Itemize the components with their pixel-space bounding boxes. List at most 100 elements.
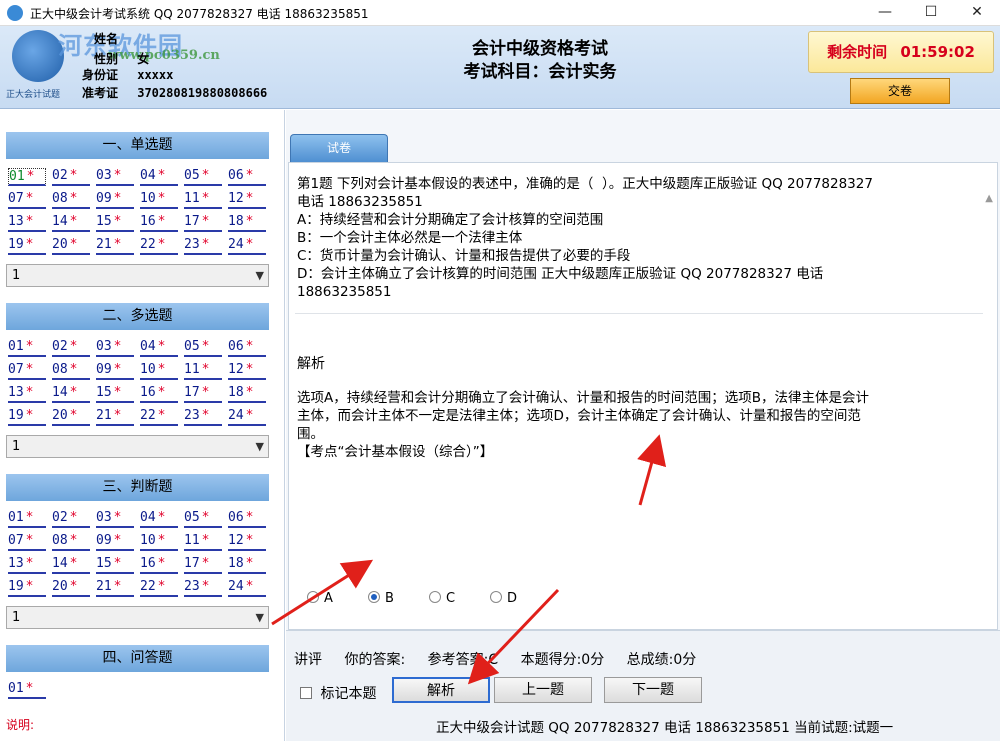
question-link[interactable]: 02 * — [52, 510, 90, 528]
question-link[interactable]: 12 * — [228, 191, 266, 209]
mark-question-checkbox[interactable]: 标记本题 — [300, 683, 376, 703]
question-link[interactable]: 07 * — [8, 533, 46, 551]
question-link[interactable]: 15 * — [96, 214, 134, 232]
answer-option[interactable]: C — [429, 591, 455, 606]
minimize-button[interactable]: — — [862, 0, 908, 26]
question-link[interactable]: 18 * — [228, 556, 266, 574]
question-link[interactable]: 22 * — [140, 237, 178, 255]
question-link[interactable]: 16 * — [140, 214, 178, 232]
question-link[interactable]: 23 * — [184, 237, 222, 255]
question-link[interactable]: 02 * — [52, 339, 90, 357]
question-link[interactable]: 16 * — [140, 556, 178, 574]
question-link[interactable]: 06 * — [228, 168, 266, 186]
question-link[interactable]: 08 * — [52, 362, 90, 380]
question-link[interactable]: 04 * — [140, 339, 178, 357]
question-link[interactable]: 14 * — [52, 556, 90, 574]
question-link[interactable]: 19 * — [8, 237, 46, 255]
question-link[interactable]: 09 * — [96, 191, 134, 209]
question-link[interactable]: 08 * — [52, 191, 90, 209]
question-navigator: 一、单选题 01 * 02 * 03 * 04 * 05 * 06 * 07 * 08 * 09 * 10 * 11 * 1… — [0, 110, 285, 741]
question-link[interactable]: 07 * — [8, 191, 46, 209]
question-link[interactable]: 06 * — [228, 339, 266, 357]
question-link[interactable]: 17 * — [184, 556, 222, 574]
question-link[interactable]: 24 * — [228, 579, 266, 597]
question-link[interactable]: 14 * — [52, 214, 90, 232]
question-link[interactable]: 10 * — [140, 533, 178, 551]
tab-exam[interactable]: 试卷 — [290, 134, 388, 162]
question-link[interactable]: 21 * — [96, 408, 134, 426]
question-link[interactable]: 04 * — [140, 510, 178, 528]
question-number: 21 — [96, 237, 112, 252]
question-link[interactable]: 13 * — [8, 214, 46, 232]
question-link[interactable]: 20 * — [52, 579, 90, 597]
question-link[interactable]: 19 * — [8, 579, 46, 597]
scroll-up-icon[interactable]: ▲ — [985, 193, 993, 204]
question-link[interactable]: 13 * — [8, 556, 46, 574]
question-link[interactable]: 19 * — [8, 408, 46, 426]
question-link[interactable]: 05 * — [184, 339, 222, 357]
question-link[interactable]: 11 * — [184, 191, 222, 209]
question-link[interactable]: 01 * — [8, 339, 46, 357]
question-link[interactable]: 01 * — [8, 510, 46, 528]
answer-option[interactable]: A — [307, 591, 333, 606]
question-link[interactable]: 04 * — [140, 168, 178, 186]
question-number: 07 — [8, 533, 24, 548]
question-link[interactable]: 13 * — [8, 385, 46, 403]
question-link[interactable]: 18 * — [228, 385, 266, 403]
unanswered-star: * — [25, 579, 34, 594]
question-link[interactable]: 12 * — [228, 362, 266, 380]
question-link[interactable]: 15 * — [96, 556, 134, 574]
question-link[interactable]: 24 * — [228, 237, 266, 255]
section-select-judge[interactable]: 1 ▼ — [6, 606, 269, 629]
unanswered-star: * — [245, 362, 254, 377]
question-link[interactable]: 23 * — [184, 579, 222, 597]
answer-option[interactable]: B — [368, 591, 394, 606]
question-link[interactable]: 03 * — [96, 168, 134, 186]
maximize-button[interactable]: ☐ — [908, 0, 954, 26]
section-select-multi[interactable]: 1 ▼ — [6, 435, 269, 458]
question-link[interactable]: 01 * — [8, 681, 46, 699]
question-link[interactable]: 20 * — [52, 408, 90, 426]
question-link[interactable]: 12 * — [228, 533, 266, 551]
question-link[interactable]: 03 * — [96, 510, 134, 528]
question-link[interactable]: 18 * — [228, 214, 266, 232]
unanswered-star: * — [157, 339, 166, 354]
question-link[interactable]: 02 * — [52, 168, 90, 186]
question-link[interactable]: 11 * — [184, 362, 222, 380]
close-button[interactable]: ✕ — [954, 0, 1000, 26]
question-link[interactable]: 15 * — [96, 385, 134, 403]
question-link[interactable]: 20 * — [52, 237, 90, 255]
question-link[interactable]: 22 * — [140, 408, 178, 426]
question-link[interactable]: 10 * — [140, 362, 178, 380]
answer-option[interactable]: D — [490, 591, 517, 606]
question-link[interactable]: 24 * — [228, 408, 266, 426]
question-number: 20 — [52, 237, 68, 252]
previous-question-button[interactable]: 上一题 — [494, 677, 592, 703]
question-number: 21 — [96, 579, 112, 594]
question-link[interactable]: 14 * — [52, 385, 90, 403]
question-link[interactable]: 10 * — [140, 191, 178, 209]
question-link[interactable]: 21 * — [96, 579, 134, 597]
section-select-single[interactable]: 1 ▼ — [6, 264, 269, 287]
question-link[interactable]: 22 * — [140, 579, 178, 597]
question-link[interactable]: 01 * — [8, 168, 46, 186]
question-link[interactable]: 09 * — [96, 533, 134, 551]
question-link[interactable]: 07 * — [8, 362, 46, 380]
question-link[interactable]: 05 * — [184, 168, 222, 186]
question-link[interactable]: 17 * — [184, 385, 222, 403]
question-number: 03 — [96, 339, 112, 354]
question-number: 23 — [184, 579, 200, 594]
submit-exam-button[interactable]: 交卷 — [850, 78, 950, 104]
question-link[interactable]: 11 * — [184, 533, 222, 551]
analysis-button[interactable]: 解析 — [392, 677, 490, 703]
question-link[interactable]: 05 * — [184, 510, 222, 528]
question-link[interactable]: 21 * — [96, 237, 134, 255]
question-link[interactable]: 16 * — [140, 385, 178, 403]
question-link[interactable]: 03 * — [96, 339, 134, 357]
question-link[interactable]: 17 * — [184, 214, 222, 232]
question-link[interactable]: 06 * — [228, 510, 266, 528]
question-link[interactable]: 08 * — [52, 533, 90, 551]
next-question-button[interactable]: 下一题 — [604, 677, 702, 703]
question-link[interactable]: 23 * — [184, 408, 222, 426]
question-link[interactable]: 09 * — [96, 362, 134, 380]
